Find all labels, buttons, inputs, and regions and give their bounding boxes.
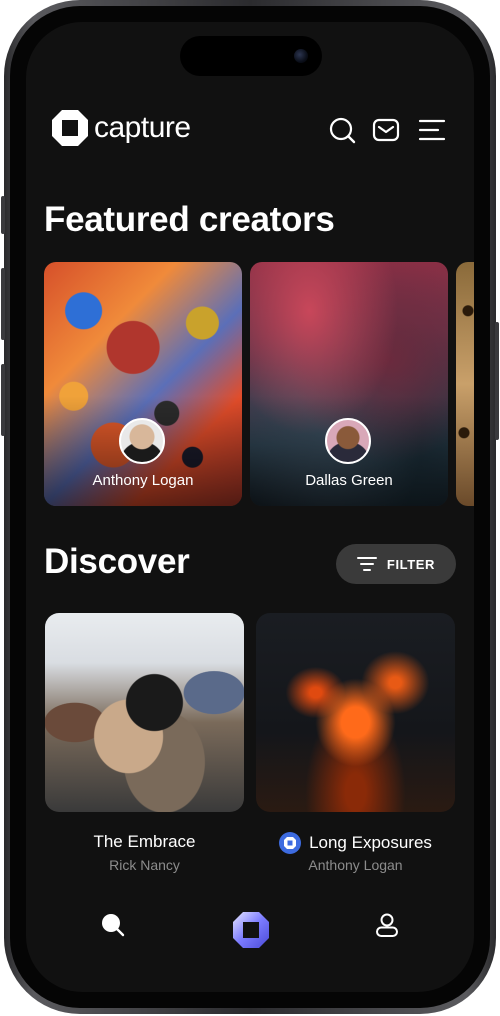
dynamic-island: [180, 36, 322, 76]
discover-item-author: Rick Nancy: [109, 857, 180, 873]
nav-search-icon[interactable]: [100, 912, 126, 938]
volume-up-button: [1, 268, 5, 340]
menu-icon[interactable]: [418, 116, 446, 144]
brand-logo[interactable]: capture: [50, 108, 191, 148]
creator-card[interactable]: Dallas Green: [250, 262, 448, 506]
mail-icon[interactable]: [372, 116, 400, 144]
discover-title: Discover: [44, 542, 190, 581]
front-camera: [294, 49, 308, 63]
avatar: [325, 418, 371, 464]
power-button: [495, 322, 499, 440]
filter-icon: [356, 557, 377, 571]
app-screen: capture Featured creators Anthony Logan …: [26, 22, 474, 992]
action-button: [1, 196, 5, 234]
creator-name: Anthony Logan: [92, 472, 194, 489]
search-icon[interactable]: [328, 116, 356, 144]
discover-item-title-text: Long Exposures: [309, 833, 432, 852]
discover-item-title[interactable]: The Embrace: [45, 832, 244, 852]
brand-name: capture: [94, 111, 191, 144]
volume-down-button: [1, 364, 5, 436]
discover-item-title-text: The Embrace: [93, 832, 196, 851]
discover-image-card[interactable]: [45, 613, 244, 812]
avatar: [119, 418, 165, 464]
discover-item-author: Anthony Logan: [308, 857, 403, 873]
filter-label: FILTER: [386, 556, 436, 572]
capture-badge-icon: [279, 832, 302, 854]
featured-creators-title: Featured creators: [44, 200, 335, 239]
nav-home-logo-icon[interactable]: [231, 910, 271, 950]
discover-image-card[interactable]: [256, 613, 455, 812]
capture-logo-icon: [52, 110, 88, 146]
filter-button[interactable]: FILTER: [336, 544, 456, 584]
creator-card-partial[interactable]: [456, 262, 474, 506]
profile-icon[interactable]: [374, 912, 400, 938]
creator-name: Dallas Green: [305, 472, 393, 489]
creator-card[interactable]: Anthony Logan: [44, 262, 242, 506]
discover-item-title[interactable]: Long Exposures: [256, 832, 455, 854]
